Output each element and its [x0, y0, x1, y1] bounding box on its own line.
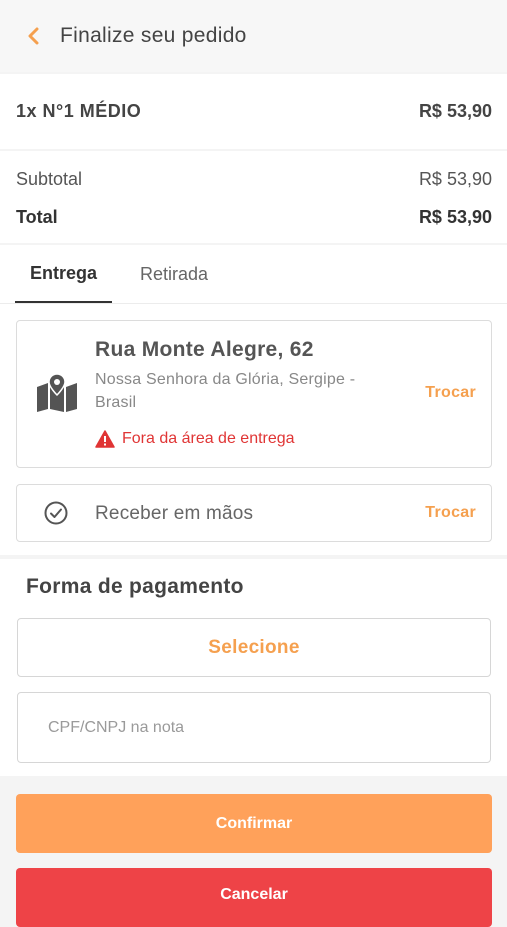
change-address-button[interactable]: Trocar — [425, 384, 476, 402]
receive-option-card: Receber em mãos Trocar — [16, 484, 492, 542]
subtotal-label: Subtotal — [16, 168, 83, 189]
delivery-tabs: Entrega Retirada — [0, 245, 507, 304]
address-street: Rua Monte Alegre, 62 — [95, 338, 314, 361]
warning-icon — [95, 430, 115, 448]
delivery-area-warning: Fora da área de entrega — [95, 430, 295, 448]
cpf-cnpj-input[interactable] — [17, 692, 491, 763]
total-value: R$ 53,90 — [418, 206, 492, 227]
address-card: Rua Monte Alegre, 62 Nossa Senhora da Gl… — [16, 320, 492, 468]
address-city: Nossa Senhora da Glória, Sergipe - Brasi… — [95, 371, 356, 411]
cancel-button[interactable]: Cancelar — [16, 868, 492, 927]
change-receive-option-button[interactable]: Trocar — [425, 504, 476, 522]
payment-section: Forma de pagamento Selecione — [0, 559, 507, 776]
totals-section: Subtotal R$ 53,90 Total R$ 53,90 — [0, 151, 507, 243]
order-item-price: R$ 53,90 — [418, 101, 492, 121]
page-title: Finalize seu pedido — [60, 24, 247, 47]
map-icon — [37, 374, 77, 412]
total-row: Total R$ 53,90 — [16, 198, 492, 236]
receive-option-label: Receber em mãos — [95, 503, 254, 524]
order-item-name: 1x N°1 MÉDIO — [16, 101, 142, 121]
app-header: Finalize seu pedido — [0, 0, 507, 72]
order-item-row: 1x N°1 MÉDIO R$ 53,90 — [0, 74, 507, 149]
select-payment-button[interactable]: Selecione — [17, 618, 491, 677]
tab-retirada[interactable]: Retirada — [138, 245, 210, 303]
delivery-content: Rua Monte Alegre, 62 Nossa Senhora da Gl… — [0, 304, 507, 555]
tab-entrega[interactable]: Entrega — [15, 245, 112, 303]
subtotal-value: R$ 53,90 — [418, 168, 492, 189]
total-label: Total — [16, 206, 58, 227]
chevron-left-icon — [28, 27, 39, 45]
payment-title: Forma de pagamento — [26, 575, 244, 598]
back-button[interactable] — [22, 25, 44, 47]
subtotal-row: Subtotal R$ 53,90 — [16, 160, 492, 198]
check-circle-icon — [44, 501, 68, 525]
confirm-button[interactable]: Confirmar — [16, 794, 492, 853]
warning-text: Fora da área de entrega — [122, 430, 295, 447]
